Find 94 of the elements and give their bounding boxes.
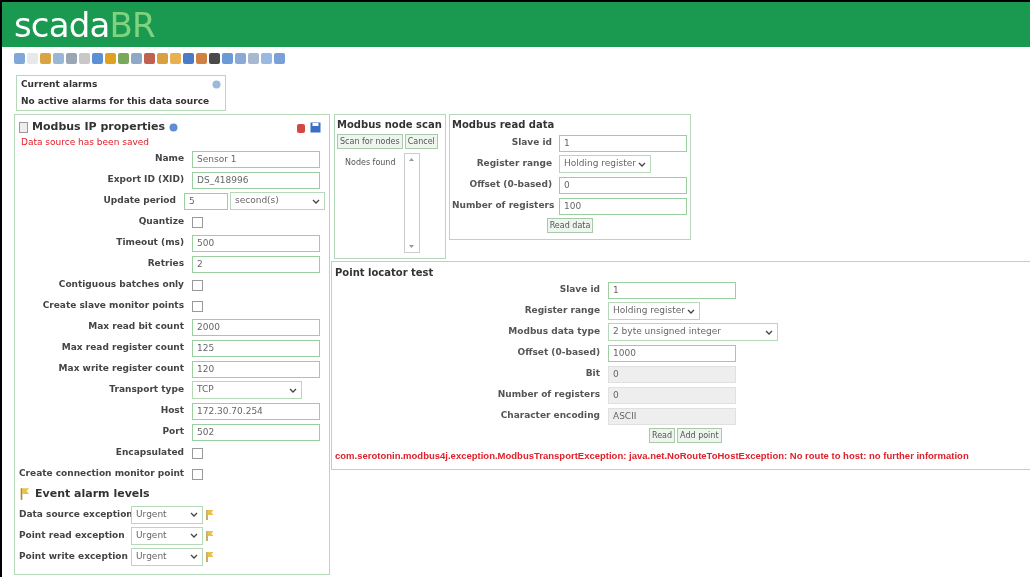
dropdown[interactable]: TCP (192, 381, 302, 399)
field-label: Modbus data type (507, 325, 600, 339)
field-label: Bit (584, 367, 600, 381)
dropdown[interactable]: Urgent (131, 547, 203, 566)
input-field[interactable]: 502 (192, 423, 320, 441)
field-label: Create slave monitor points (41, 299, 184, 313)
field-label: Data source exception (19, 507, 131, 521)
scroll-down-icon[interactable] (409, 245, 415, 248)
flag-icon (205, 508, 215, 521)
input-field[interactable]: 5 (184, 192, 228, 210)
field-label: Max write register count (57, 362, 184, 376)
input-field[interactable]: 500 (192, 234, 320, 252)
chevron-down-icon (765, 329, 773, 335)
input-field[interactable]: 125 (192, 339, 320, 357)
dropdown[interactable]: Urgent (131, 505, 203, 524)
field-label: Host (159, 404, 184, 418)
field-label: Point read exception (19, 528, 126, 542)
field-label: Port (161, 425, 184, 439)
input-field[interactable]: 172.30.70.254 (192, 402, 320, 420)
field-label: Encapsulated (114, 446, 184, 460)
dropdown[interactable]: second(s) (230, 192, 325, 210)
alarms-message: No active alarms for this data source (21, 94, 211, 108)
toolbar-icon[interactable] (183, 52, 194, 64)
checkbox[interactable] (192, 279, 203, 291)
field-label: Max read register count (60, 341, 184, 355)
logo: scadaBR (14, 7, 155, 42)
panel-title: Modbus IP properties (32, 119, 166, 135)
chevron-down-icon (687, 308, 695, 314)
input-field[interactable]: 1000 (608, 344, 736, 362)
scan-button[interactable]: Cancel (404, 134, 438, 149)
scan-button[interactable]: Scan for nodes (337, 134, 403, 149)
document-icon (19, 121, 28, 133)
field-label: Character encoding (499, 409, 600, 423)
toolbar-icon[interactable] (144, 52, 155, 64)
checkbox[interactable] (192, 447, 203, 459)
field-label: Contiguous batches only (57, 278, 184, 292)
dropdown[interactable]: Holding register (559, 155, 651, 173)
nodes-list[interactable] (403, 153, 420, 253)
field-label: Transport type (108, 383, 184, 397)
panel-title: Point locator test (335, 266, 435, 280)
locator-button[interactable]: Read (649, 428, 676, 443)
list-label: Nodes found (345, 157, 396, 169)
field-label: Slave id (558, 283, 600, 297)
field-label: Number of registers (496, 388, 600, 402)
field-label: Quantize (137, 215, 184, 229)
input-field[interactable]: DS_418996 (192, 171, 320, 189)
input-field[interactable]: Sensor 1 (192, 150, 320, 168)
field-label: Number of registers (452, 199, 552, 213)
checkbox[interactable] (192, 216, 203, 228)
panel-title: Modbus node scan (337, 118, 443, 132)
chevron-down-icon (190, 554, 198, 559)
flag-icon (19, 487, 31, 502)
field-label: Offset (0-based) (516, 346, 600, 360)
field-label: Slave id (510, 136, 552, 150)
field-label: Create connection monitor point (19, 467, 184, 481)
error-message: com.serotonin.modbus4j.exception.ModbusTransportException: java.net.NoRouteToHostException: No route to host: no further information (335, 449, 970, 463)
field-label: Export ID (XID) (106, 173, 184, 187)
field-label: Retries (146, 257, 184, 271)
panel-title: Current alarms (21, 78, 98, 91)
input-field[interactable]: 100 (559, 197, 687, 215)
input-field[interactable]: 2 (192, 255, 320, 273)
toolbar-icon[interactable] (209, 52, 220, 64)
dropdown[interactable]: 2 byte unsigned integer (608, 323, 778, 341)
field-label: Max read bit count (87, 320, 184, 334)
input-field[interactable]: 120 (192, 360, 320, 378)
input-field[interactable]: 1 (608, 281, 736, 299)
input-field[interactable]: 1 (559, 134, 687, 152)
field-label: Register range (523, 304, 600, 318)
input-field[interactable]: 2000 (192, 318, 320, 336)
read-data-button[interactable]: Read data (546, 218, 594, 233)
field-label: Name (153, 152, 184, 166)
chevron-down-icon (190, 533, 198, 538)
save-icon[interactable] (310, 121, 321, 133)
dropdown[interactable]: Urgent (131, 526, 203, 545)
checkbox[interactable] (192, 300, 203, 312)
dropdown[interactable]: Holding register (608, 302, 700, 320)
section-title: Event alarm levels (35, 486, 150, 502)
locator-button[interactable]: Add point (677, 428, 722, 443)
chevron-down-icon (638, 161, 646, 167)
field-label: Offset (0-based) (468, 178, 552, 192)
field-label: Timeout (ms) (115, 236, 184, 250)
field-label: Register range (475, 157, 552, 171)
flag-icon (205, 550, 215, 563)
panel-title: Modbus read data (452, 118, 556, 132)
chevron-down-icon (289, 387, 297, 393)
checkbox[interactable] (192, 468, 203, 480)
flag-icon (205, 529, 215, 542)
input-field[interactable]: 0 (559, 176, 687, 194)
scroll-up-icon[interactable] (409, 158, 415, 161)
field-label: Point write exception (19, 549, 129, 563)
field-label: Update period (102, 194, 176, 208)
chevron-down-icon (312, 198, 320, 204)
status-message: Data source has been saved (21, 135, 150, 149)
chevron-down-icon (190, 512, 198, 517)
